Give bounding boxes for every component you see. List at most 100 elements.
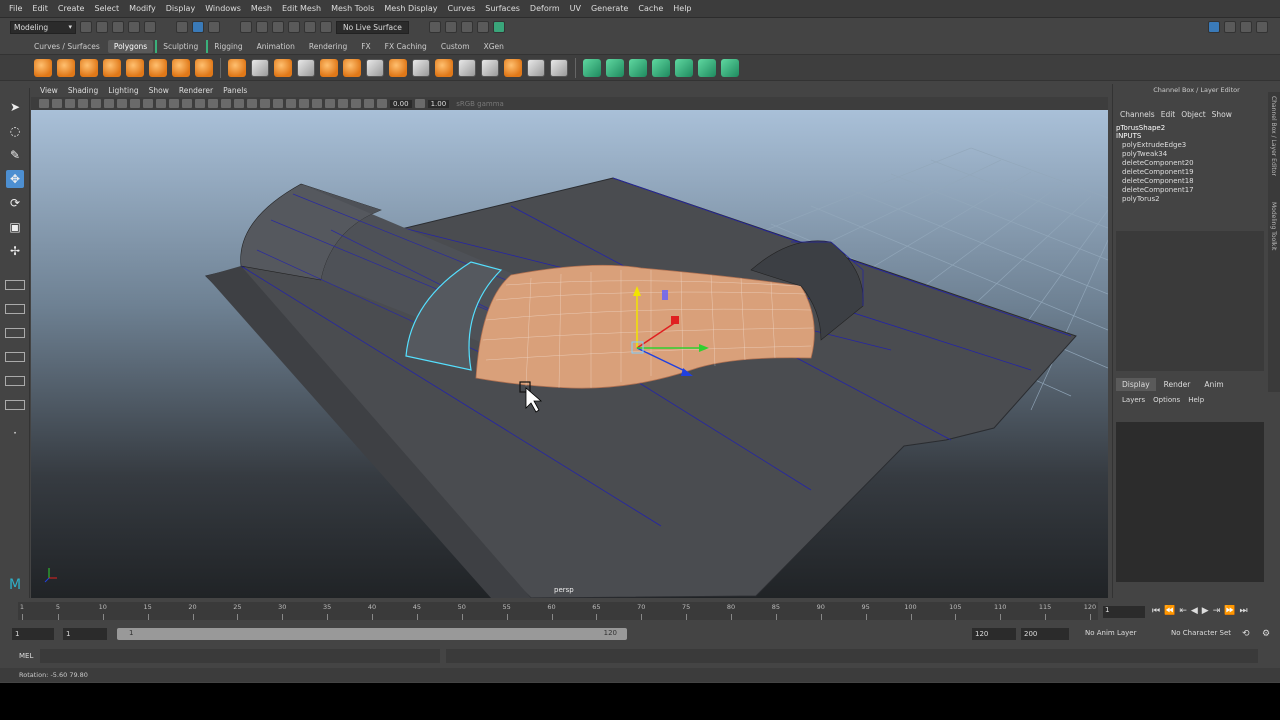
insert-edge-loop-icon[interactable] bbox=[458, 58, 476, 77]
play-forward-icon[interactable]: ▶ bbox=[1202, 606, 1209, 616]
last-tool-icon[interactable]: ✢ bbox=[6, 242, 24, 260]
separate-icon[interactable] bbox=[274, 58, 292, 77]
history-node[interactable]: deleteComponent17 bbox=[1113, 185, 1280, 194]
cb-menu-show[interactable]: Show bbox=[1212, 110, 1232, 119]
image-plane-icon[interactable] bbox=[78, 99, 88, 108]
render-view-icon[interactable] bbox=[428, 21, 441, 33]
camera-select-icon[interactable] bbox=[39, 99, 49, 108]
poly-prism-icon[interactable] bbox=[172, 58, 190, 77]
anti-aliasing-icon[interactable] bbox=[312, 99, 322, 108]
animation-end-field[interactable]: 200 bbox=[1021, 628, 1069, 640]
snap-point-icon[interactable] bbox=[272, 21, 284, 33]
textured-icon[interactable] bbox=[247, 99, 257, 108]
panel-menu-show[interactable]: Show bbox=[144, 86, 174, 95]
render-frame-icon[interactable] bbox=[444, 21, 457, 33]
menu-edit[interactable]: Edit bbox=[27, 4, 53, 13]
two-d-pan-icon[interactable] bbox=[91, 99, 101, 108]
anim-layer-dropdown[interactable]: No Anim Layer bbox=[1085, 629, 1136, 637]
screen-space-ao-icon[interactable] bbox=[286, 99, 296, 108]
uv-layout-icon[interactable] bbox=[698, 58, 716, 77]
shelf-tab-xgen[interactable]: XGen bbox=[478, 40, 510, 53]
combine-icon[interactable] bbox=[251, 58, 269, 77]
menu-modify[interactable]: Modify bbox=[124, 4, 161, 13]
ipr-render-icon[interactable] bbox=[460, 21, 473, 33]
paint-select-tool-icon[interactable]: ✎ bbox=[6, 146, 24, 164]
depth-of-field-icon[interactable] bbox=[325, 99, 335, 108]
menu-uv[interactable]: UV bbox=[565, 4, 586, 13]
menu-select[interactable]: Select bbox=[89, 4, 124, 13]
command-input[interactable] bbox=[40, 649, 440, 663]
shelf-tab-custom[interactable]: Custom bbox=[435, 40, 476, 53]
menu-generate[interactable]: Generate bbox=[586, 4, 633, 13]
motion-blur-icon[interactable] bbox=[299, 99, 309, 108]
menu-mesh-display[interactable]: Mesh Display bbox=[379, 4, 442, 13]
snap-grid-icon[interactable] bbox=[240, 21, 252, 33]
layout-icon-3[interactable] bbox=[1240, 21, 1252, 33]
menu-mesh[interactable]: Mesh bbox=[246, 4, 277, 13]
redo-icon[interactable] bbox=[144, 21, 156, 33]
outliner-layout-icon[interactable] bbox=[5, 376, 25, 386]
layer-tab-display[interactable]: Display bbox=[1116, 378, 1156, 391]
exposure-icon[interactable] bbox=[377, 99, 387, 108]
rotate-tool-icon[interactable]: ⟳ bbox=[6, 194, 24, 212]
3d-scene-view[interactable]: persp bbox=[31, 110, 1108, 598]
gate-mask-icon[interactable] bbox=[156, 99, 166, 108]
history-node[interactable]: deleteComponent20 bbox=[1113, 158, 1280, 167]
poly-pipe-icon[interactable] bbox=[228, 58, 246, 77]
go-to-start-icon[interactable]: ⏮ bbox=[1152, 606, 1160, 616]
step-forward-key-icon[interactable]: ⇥ bbox=[1213, 606, 1221, 616]
poly-pyramid-icon[interactable] bbox=[195, 58, 213, 77]
uv-editor-icon[interactable] bbox=[675, 58, 693, 77]
gamma-field[interactable]: 1.00 bbox=[427, 99, 450, 108]
grease-pencil-icon[interactable] bbox=[104, 99, 114, 108]
menu-edit-mesh[interactable]: Edit Mesh bbox=[277, 4, 326, 13]
preferences-icon[interactable]: ⚙ bbox=[1262, 629, 1270, 639]
resolution-gate-icon[interactable] bbox=[143, 99, 153, 108]
layer-list[interactable] bbox=[1116, 422, 1264, 582]
poly-plane-icon[interactable] bbox=[126, 58, 144, 77]
undo-icon[interactable] bbox=[128, 21, 140, 33]
wireframe-on-shaded-icon[interactable] bbox=[234, 99, 244, 108]
menu-create[interactable]: Create bbox=[53, 4, 90, 13]
menu-help[interactable]: Help bbox=[668, 4, 696, 13]
shelf-tab-rendering[interactable]: Rendering bbox=[303, 40, 353, 53]
play-backward-icon[interactable]: ◀ bbox=[1191, 606, 1198, 616]
select-object-icon[interactable] bbox=[192, 21, 204, 33]
multi-cut-icon[interactable] bbox=[366, 58, 384, 77]
cylindrical-mapping-icon[interactable] bbox=[606, 58, 624, 77]
menu-display[interactable]: Display bbox=[161, 4, 201, 13]
layer-menu-help[interactable]: Help bbox=[1188, 396, 1204, 404]
shelf-tab-polygons[interactable]: Polygons bbox=[107, 39, 154, 53]
panel-menu-lighting[interactable]: Lighting bbox=[103, 86, 143, 95]
snap-view-icon[interactable] bbox=[288, 21, 300, 33]
panel-menu-shading[interactable]: Shading bbox=[63, 86, 103, 95]
menu-file[interactable]: File bbox=[4, 4, 27, 13]
poly-cylinder-icon[interactable] bbox=[80, 58, 98, 77]
cb-menu-object[interactable]: Object bbox=[1181, 110, 1205, 119]
layout-icon-1[interactable] bbox=[1208, 21, 1220, 33]
bookmarks-icon[interactable] bbox=[65, 99, 75, 108]
step-back-icon[interactable]: ⏪ bbox=[1164, 606, 1175, 616]
render-settings-icon[interactable] bbox=[476, 21, 489, 33]
grid-toggle-icon[interactable] bbox=[117, 99, 127, 108]
shelf-tab-animation[interactable]: Animation bbox=[251, 40, 301, 53]
safe-action-icon[interactable] bbox=[182, 99, 192, 108]
field-chart-icon[interactable] bbox=[169, 99, 179, 108]
smooth-icon[interactable] bbox=[297, 58, 315, 77]
merge-icon[interactable] bbox=[550, 58, 568, 77]
history-node[interactable]: polyTweak34 bbox=[1113, 149, 1280, 158]
script-language-label[interactable]: MEL bbox=[19, 652, 33, 660]
animation-start-field[interactable]: 1 bbox=[12, 628, 54, 640]
offset-edge-loop-icon[interactable] bbox=[481, 58, 499, 77]
panel-menu-renderer[interactable]: Renderer bbox=[174, 86, 218, 95]
history-node[interactable]: deleteComponent18 bbox=[1113, 176, 1280, 185]
color-space-dropdown[interactable]: sRGB gamma bbox=[452, 100, 542, 108]
xray-icon[interactable] bbox=[351, 99, 361, 108]
poly-sphere-icon[interactable] bbox=[34, 58, 52, 77]
bridge-icon[interactable] bbox=[412, 58, 430, 77]
isolate-select-icon[interactable] bbox=[338, 99, 348, 108]
layout-more-icon[interactable]: · bbox=[6, 424, 24, 442]
cb-menu-edit[interactable]: Edit bbox=[1161, 110, 1176, 119]
menu-cache[interactable]: Cache bbox=[633, 4, 668, 13]
save-scene-icon[interactable] bbox=[112, 21, 124, 33]
